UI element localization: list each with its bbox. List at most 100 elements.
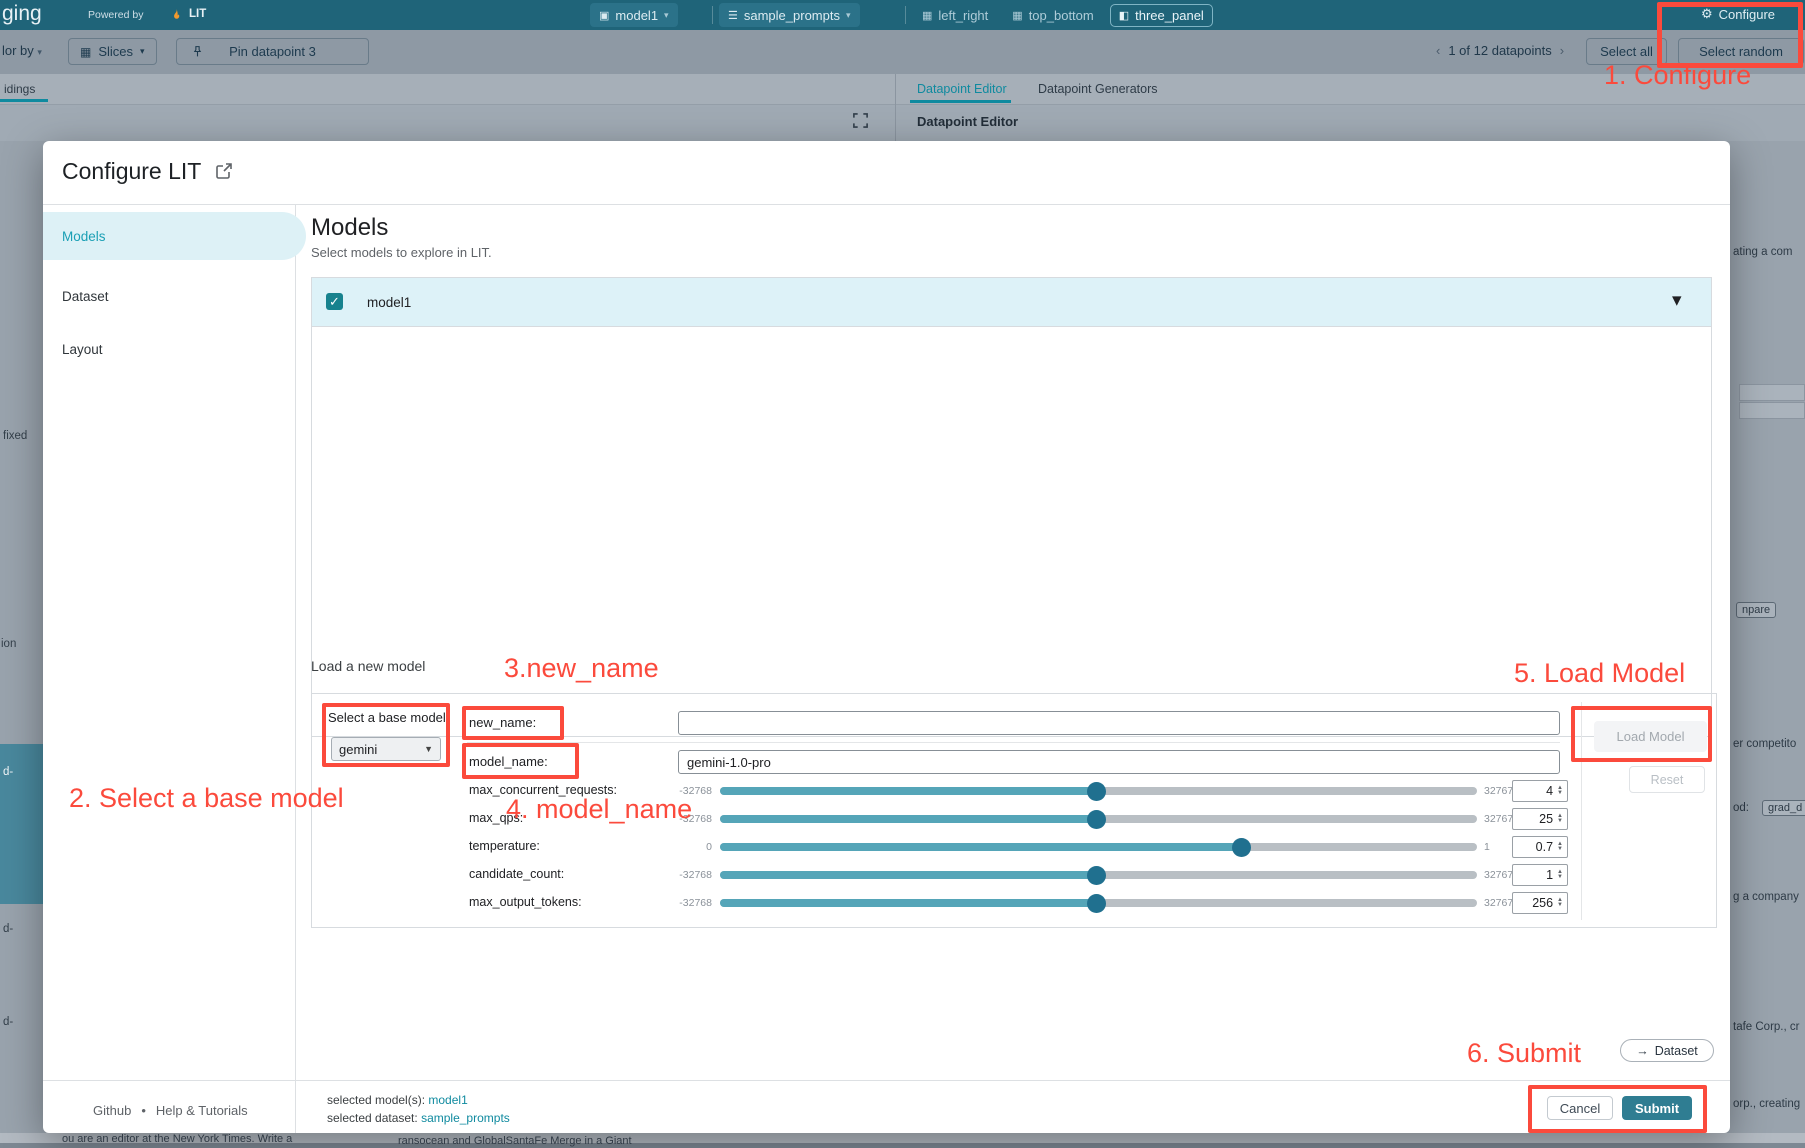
chevron-down-icon: ▾	[846, 10, 851, 21]
reset-button[interactable]: Reset	[1629, 766, 1705, 793]
slider-value: 256	[1532, 896, 1553, 910]
slider-value-input[interactable]: 25 ▲▼	[1512, 808, 1568, 830]
model-name-label: model1	[367, 295, 411, 310]
section-subheading: Select models to explore in LIT.	[311, 245, 492, 260]
lit-flame-icon	[170, 7, 183, 27]
background-tabstrip: idings Datapoint Editor Datapoint Genera…	[0, 74, 1805, 105]
goto-dataset-label: Dataset	[1655, 1044, 1698, 1058]
list-icon: ☰	[728, 9, 738, 22]
dataset-selector-button[interactable]: ☰ sample_prompts ▾	[719, 3, 860, 27]
goto-dataset-button[interactable]: → Dataset	[1620, 1039, 1714, 1062]
model-name-value: gemini-1.0-pro	[687, 755, 771, 770]
next-datapoint-arrow[interactable]: ›	[1560, 43, 1564, 58]
pin-label: Pin datapoint 3	[229, 44, 316, 59]
panel-divider	[895, 74, 896, 141]
stepper-arrows-icon[interactable]: ▲▼	[1557, 870, 1563, 880]
model-name-input[interactable]: gemini-1.0-pro	[678, 750, 1560, 774]
prev-datapoint-arrow[interactable]: ‹	[1436, 43, 1440, 58]
slices-button[interactable]: ▦ Slices ▾	[68, 38, 157, 65]
background-tab-embeddings[interactable]: idings	[4, 82, 35, 96]
slider-thumb[interactable]	[1232, 838, 1251, 857]
datapoint-pagination: ‹ 1 of 12 datapoints ›	[1436, 43, 1564, 58]
tab-underline	[0, 99, 48, 102]
layout-tab-bar: ▦left_right ▦top_bottom ◧three_panel	[914, 1, 1213, 29]
pin-datapoint-button[interactable]: Pin datapoint 3	[176, 38, 369, 65]
tab-datapoint-editor[interactable]: Datapoint Editor	[917, 82, 1007, 96]
slider-thumb[interactable]	[1087, 866, 1106, 885]
annotation-step3: 3.new_name	[504, 653, 659, 684]
selection-toolbar: lor by ▾ ▦ Slices ▾ Pin datapoint 3 ‹ 1 …	[0, 30, 1805, 75]
color-by-control[interactable]: lor by ▾	[2, 43, 42, 58]
stepper-arrows-icon[interactable]: ▲▼	[1557, 786, 1563, 796]
background-fragment: g a company	[1733, 891, 1799, 903]
new-name-input[interactable]	[678, 711, 1560, 735]
lit-app: ging Powered by LIT ▣ model1 ▾ ☰ sample_…	[0, 0, 1805, 1148]
layout-icon: ▦	[1012, 9, 1022, 22]
sidebar-item-models[interactable]: Models	[43, 212, 306, 260]
annotation-step6: 6. Submit	[1467, 1038, 1581, 1069]
stepper-arrows-icon[interactable]: ▲▼	[1557, 898, 1563, 908]
open-in-new-icon[interactable]	[215, 162, 233, 185]
background-fragment: d-	[3, 1016, 13, 1028]
slider-value-input[interactable]: 256 ▲▼	[1512, 892, 1568, 914]
slider-value-input[interactable]: 0.7▲▼	[1512, 836, 1568, 858]
sidebar-item-label: Dataset	[62, 289, 109, 304]
chevron-down-icon: ▾	[37, 47, 42, 57]
pagination-label: 1 of 12 datapoints	[1448, 43, 1551, 58]
slider-fill	[720, 871, 1096, 879]
lit-label: LIT	[189, 8, 206, 20]
slider-max-label: 32767	[1484, 869, 1513, 881]
annotation-step4: 4. model_name	[506, 794, 692, 825]
field-divider	[467, 742, 1560, 743]
layout-tab-top_bottom[interactable]: ▦top_bottom	[1004, 5, 1101, 26]
slider-track[interactable]	[720, 843, 1477, 851]
github-link[interactable]: Github	[93, 1103, 131, 1118]
grid-icon: ▦	[80, 45, 91, 59]
selected-models-value[interactable]: model1	[428, 1093, 467, 1107]
header-divider	[43, 204, 1730, 205]
slider-fill	[720, 899, 1096, 907]
annotation-step1: 1. Configure	[1604, 60, 1751, 91]
stepper-arrows-icon[interactable]: ▲▼	[1557, 814, 1563, 824]
tab-datapoint-generators[interactable]: Datapoint Generators	[1038, 82, 1158, 96]
background-row	[1739, 384, 1805, 401]
slider-value: 25	[1539, 812, 1553, 826]
annotation-step5: 5. Load Model	[1514, 658, 1685, 689]
background-fragment: tafe Corp., cr	[1733, 1021, 1799, 1033]
chevron-down-icon[interactable]: ▾	[1672, 289, 1682, 312]
slider-fill	[720, 787, 1096, 795]
background-row	[1739, 402, 1805, 419]
layout-tab-left_right[interactable]: ▦left_right	[914, 5, 996, 26]
model-checkbox[interactable]: ✓	[326, 293, 343, 310]
slider-thumb[interactable]	[1087, 894, 1106, 913]
slider-fill	[720, 815, 1096, 823]
stepper-arrows-icon[interactable]: ▲▼	[1557, 842, 1563, 852]
slider-label: max_output_tokens:	[469, 895, 582, 909]
slider-thumb[interactable]	[1087, 810, 1106, 829]
annotation-box-base-model	[322, 703, 450, 767]
layout-tab-three_panel[interactable]: ◧three_panel	[1110, 4, 1213, 27]
dialog-title: Configure LIT	[62, 158, 201, 185]
help-tutorials-link[interactable]: Help & Tutorials	[156, 1103, 248, 1118]
sidebar-item-layout[interactable]: Layout	[43, 334, 306, 364]
color-by-label: lor by	[2, 43, 34, 58]
sidebar-item-label: Models	[62, 229, 106, 244]
model-selector-label: model1	[615, 8, 658, 23]
annotation-step2: 2. Select a base model	[69, 783, 344, 814]
model-selector-button[interactable]: ▣ model1 ▾	[590, 3, 678, 27]
slider-value-input[interactable]: 4▲▼	[1512, 780, 1568, 802]
slider-max-label: 1	[1484, 841, 1490, 853]
slider-value-input[interactable]: 1▲▼	[1512, 864, 1568, 886]
selected-dataset-value[interactable]: sample_prompts	[421, 1111, 510, 1125]
maximize-icon[interactable]	[852, 112, 869, 134]
model-list-row[interactable]: ✓ model1 ▾	[312, 278, 1711, 327]
layout-tab-label: three_panel	[1135, 8, 1204, 23]
section-heading: Models	[311, 214, 388, 242]
select-all-label: Select all	[1600, 44, 1653, 59]
background-fragment: er competito	[1733, 738, 1796, 750]
sidebar-item-dataset[interactable]: Dataset	[43, 281, 306, 311]
slider-thumb[interactable]	[1087, 782, 1106, 801]
selected-models-label: selected model(s):	[327, 1093, 425, 1107]
dataset-selector-label: sample_prompts	[744, 8, 840, 23]
background-fragment: orp., creating	[1733, 1098, 1800, 1110]
